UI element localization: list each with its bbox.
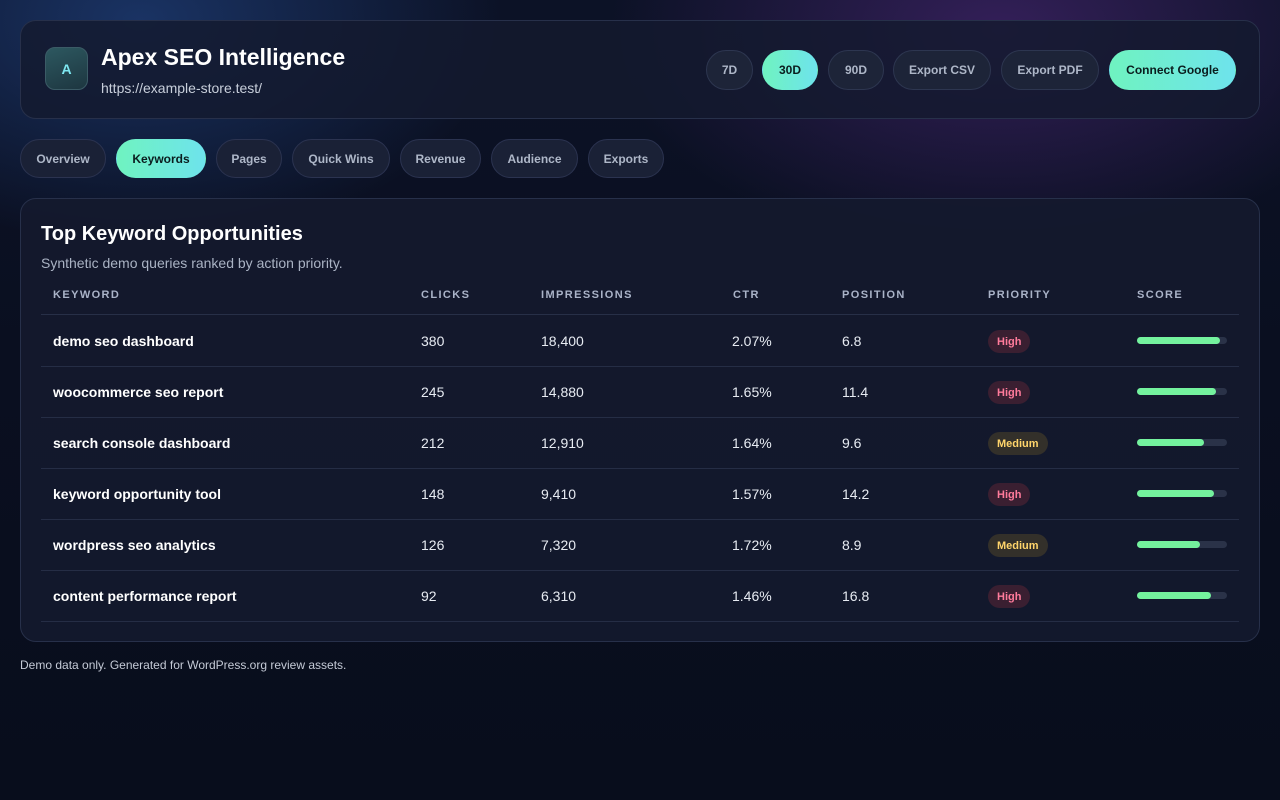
tab-keywords[interactable]: Keywords <box>116 139 206 178</box>
clicks-cell: 212 <box>421 435 445 451</box>
impressions-cell: 9,410 <box>541 486 577 502</box>
score-bar <box>1137 337 1227 344</box>
column-header-score[interactable]: SCORE <box>1137 289 1183 301</box>
priority-badge: High <box>988 330 1031 353</box>
range-7d-button[interactable]: 7D <box>706 50 753 90</box>
table-row[interactable]: demo seo dashboard 380 18,400 2.07% 6.8 … <box>41 316 1239 367</box>
footer-note: Demo data only. Generated for WordPress.… <box>20 658 347 672</box>
ctr-cell: 1.57% <box>732 486 772 502</box>
export-pdf-button[interactable]: Export PDF <box>1001 50 1099 90</box>
column-header-impressions[interactable]: IMPRESSIONS <box>541 289 633 301</box>
priority-badge: Medium <box>988 534 1048 557</box>
score-bar-fill <box>1137 592 1211 599</box>
score-bar <box>1137 541 1227 548</box>
ctr-cell: 2.07% <box>732 333 772 349</box>
keyword-cell: wordpress seo analytics <box>53 537 216 553</box>
keyword-cell: demo seo dashboard <box>53 333 194 349</box>
column-header-position[interactable]: POSITION <box>842 289 906 301</box>
tab-quick-wins[interactable]: Quick Wins <box>292 139 390 178</box>
score-bar <box>1137 439 1227 446</box>
keyword-opportunities-card: Top Keyword Opportunities Synthetic demo… <box>20 198 1260 642</box>
column-header-priority[interactable]: PRIORITY <box>988 289 1051 301</box>
position-cell: 16.8 <box>842 588 870 604</box>
card-subtitle: Synthetic demo queries ranked by action … <box>41 255 343 271</box>
column-header-keyword[interactable]: KEYWORD <box>53 289 120 301</box>
range-90d-button[interactable]: 90D <box>828 50 884 90</box>
clicks-cell: 148 <box>421 486 445 502</box>
tab-exports[interactable]: Exports <box>588 139 664 178</box>
position-cell: 14.2 <box>842 486 870 502</box>
app-title: Apex SEO Intelligence <box>101 44 346 70</box>
impressions-cell: 18,400 <box>541 333 584 349</box>
clicks-cell: 126 <box>421 537 445 553</box>
tab-revenue[interactable]: Revenue <box>400 139 481 178</box>
priority-badge: High <box>988 381 1031 404</box>
impressions-cell: 7,320 <box>541 537 577 553</box>
keyword-cell: search console dashboard <box>53 435 231 451</box>
impressions-cell: 12,910 <box>541 435 584 451</box>
tab-overview[interactable]: Overview <box>20 139 106 178</box>
position-cell: 6.8 <box>842 333 862 349</box>
keyword-cell: woocommerce seo report <box>53 384 224 400</box>
score-bar-fill <box>1137 337 1220 344</box>
app-logo: A <box>45 47 88 90</box>
ctr-cell: 1.72% <box>732 537 772 553</box>
priority-badge: High <box>988 483 1031 506</box>
score-bar-fill <box>1137 388 1217 395</box>
tab-pages[interactable]: Pages <box>216 139 282 178</box>
table-row[interactable]: content performance report 92 6,310 1.46… <box>41 571 1239 622</box>
site-url: https://example-store.test/ <box>101 80 263 96</box>
impressions-cell: 14,880 <box>541 384 584 400</box>
tab-audience[interactable]: Audience <box>491 139 578 178</box>
impressions-cell: 6,310 <box>541 588 577 604</box>
table-header: KEYWORD CLICKS IMPRESSIONS CTR POSITION … <box>41 277 1239 315</box>
position-cell: 9.6 <box>842 435 862 451</box>
keyword-cell: keyword opportunity tool <box>53 486 221 502</box>
table-row[interactable]: keyword opportunity tool 148 9,410 1.57%… <box>41 469 1239 520</box>
table-row[interactable]: woocommerce seo report 245 14,880 1.65% … <box>41 367 1239 418</box>
header-card: A Apex SEO Intelligence https://example-… <box>20 20 1260 119</box>
ctr-cell: 1.64% <box>732 435 772 451</box>
score-bar <box>1137 388 1227 395</box>
position-cell: 8.9 <box>842 537 862 553</box>
clicks-cell: 92 <box>421 588 437 604</box>
clicks-cell: 245 <box>421 384 445 400</box>
ctr-cell: 1.65% <box>732 384 772 400</box>
export-csv-button[interactable]: Export CSV <box>893 50 991 90</box>
column-header-ctr[interactable]: CTR <box>733 289 760 301</box>
score-bar-fill <box>1137 439 1204 446</box>
keyword-cell: content performance report <box>53 588 237 604</box>
priority-badge: High <box>988 585 1031 608</box>
table-row[interactable]: wordpress seo analytics 126 7,320 1.72% … <box>41 520 1239 571</box>
clicks-cell: 380 <box>421 333 445 349</box>
score-bar <box>1137 490 1227 497</box>
table-row[interactable]: search console dashboard 212 12,910 1.64… <box>41 418 1239 469</box>
card-title: Top Keyword Opportunities <box>41 223 303 245</box>
column-header-clicks[interactable]: CLICKS <box>421 289 470 301</box>
score-bar-fill <box>1137 541 1200 548</box>
priority-badge: Medium <box>988 432 1048 455</box>
position-cell: 11.4 <box>842 384 869 400</box>
score-bar-fill <box>1137 490 1214 497</box>
score-bar <box>1137 592 1227 599</box>
ctr-cell: 1.46% <box>732 588 772 604</box>
connect-google-button[interactable]: Connect Google <box>1109 50 1236 90</box>
range-30d-button[interactable]: 30D <box>762 50 818 90</box>
